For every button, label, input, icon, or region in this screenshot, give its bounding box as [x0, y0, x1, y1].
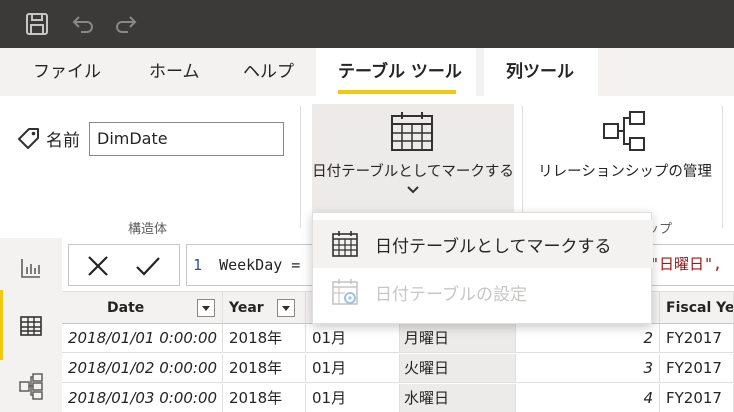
- save-icon[interactable]: [23, 10, 51, 38]
- tab-file[interactable]: ファイル: [33, 48, 101, 96]
- calendar-icon: [332, 231, 358, 257]
- mark-button-label: 日付テーブルとしてマークする: [312, 164, 514, 180]
- formula-expression: WeekDay =: [219, 256, 301, 274]
- table-cell-month[interactable]: 01月: [306, 384, 400, 412]
- ribbon-divider: [300, 106, 301, 228]
- view-rail: [0, 238, 62, 412]
- table-cell-number[interactable]: 3: [516, 354, 660, 383]
- table-cell-weekday[interactable]: 月曜日: [400, 324, 516, 353]
- selected-view-indicator: [0, 290, 3, 360]
- tab-table-tools[interactable]: テーブル ツール: [316, 48, 476, 96]
- menu-item-label: 日付テーブルの設定: [375, 285, 527, 305]
- data-view-icon[interactable]: [19, 314, 43, 338]
- cancel-icon[interactable]: [87, 255, 109, 277]
- formula-actions: [68, 244, 180, 286]
- table-cell-month[interactable]: 01月: [306, 324, 400, 353]
- formula-line-number: 1: [193, 256, 203, 274]
- table-cell-year[interactable]: 2018年: [223, 384, 306, 412]
- table-cell-number[interactable]: 2: [516, 324, 660, 353]
- structure-group-label: 構造体: [128, 222, 168, 237]
- manage-relationships-label: リレーションシップの管理: [538, 164, 712, 180]
- ribbon-divider: [522, 106, 523, 228]
- table-cell-date[interactable]: 2018/01/02 0:00:00: [62, 354, 223, 383]
- calendar-icon: [391, 112, 433, 151]
- table-cell-fiscal-year[interactable]: FY2017: [660, 324, 734, 353]
- menu-item-date-table-settings: 日付テーブルの設定: [313, 268, 653, 316]
- table-cell-year[interactable]: 2018年: [223, 324, 306, 353]
- selected-tab-indicator: [338, 90, 456, 94]
- name-label: 名前: [46, 131, 80, 151]
- menu-item-label: 日付テーブルとしてマークする: [375, 237, 612, 257]
- redo-icon[interactable]: [112, 10, 140, 38]
- menu-item-mark-as-date-table[interactable]: 日付テーブルとしてマークする: [313, 220, 653, 268]
- table-cell-number[interactable]: 4: [516, 384, 660, 412]
- title-bar: [0, 0, 734, 48]
- formula-string-literal: "日曜日",: [650, 255, 723, 273]
- table-cell-year[interactable]: 2018年: [223, 354, 306, 383]
- mark-as-date-table-button[interactable]: 日付テーブルとしてマークする: [312, 104, 514, 218]
- name-input[interactable]: DimDate: [89, 122, 284, 156]
- model-view-icon[interactable]: [18, 372, 44, 400]
- column-header-fiscal-year[interactable]: Fiscal Year: [660, 292, 734, 324]
- table-cell-fiscal-year[interactable]: FY2017: [660, 354, 734, 383]
- table-cell-month[interactable]: 01月: [306, 354, 400, 383]
- chevron-down-icon: [407, 186, 419, 194]
- ribbon-tabs: ファイル ホーム ヘルプ テーブル ツール 列ツール: [0, 48, 734, 96]
- tab-home[interactable]: ホーム: [149, 48, 200, 96]
- year-filter-dropdown[interactable]: [277, 299, 295, 317]
- table-cell-date[interactable]: 2018/01/03 0:00:00: [62, 384, 223, 412]
- date-filter-dropdown[interactable]: [197, 299, 215, 317]
- tag-icon: [18, 128, 39, 149]
- manage-relationships-button[interactable]: リレーションシップの管理: [532, 104, 718, 218]
- commit-check-icon[interactable]: [135, 255, 161, 277]
- table-cell-date[interactable]: 2018/01/01 0:00:00: [62, 324, 223, 353]
- table-cell-weekday[interactable]: 水曜日: [400, 384, 516, 412]
- tab-help[interactable]: ヘルプ: [243, 48, 294, 96]
- calendar-settings-icon: [332, 279, 358, 305]
- table-cell-weekday[interactable]: 火曜日: [400, 354, 516, 383]
- ribbon-divider: [722, 106, 723, 228]
- power-bi-window: ファイル ホーム ヘルプ テーブル ツール 列ツール 名前 DimDate 構造…: [0, 0, 734, 412]
- relationships-icon: [603, 111, 645, 151]
- undo-icon[interactable]: [69, 10, 97, 38]
- tab-column-tools[interactable]: 列ツール: [484, 48, 598, 96]
- report-view-icon[interactable]: [19, 256, 43, 280]
- table-cell-fiscal-year[interactable]: FY2017: [660, 384, 734, 412]
- mark-as-date-table-menu: 日付テーブルとしてマークする 日付テーブルの設定: [312, 212, 653, 324]
